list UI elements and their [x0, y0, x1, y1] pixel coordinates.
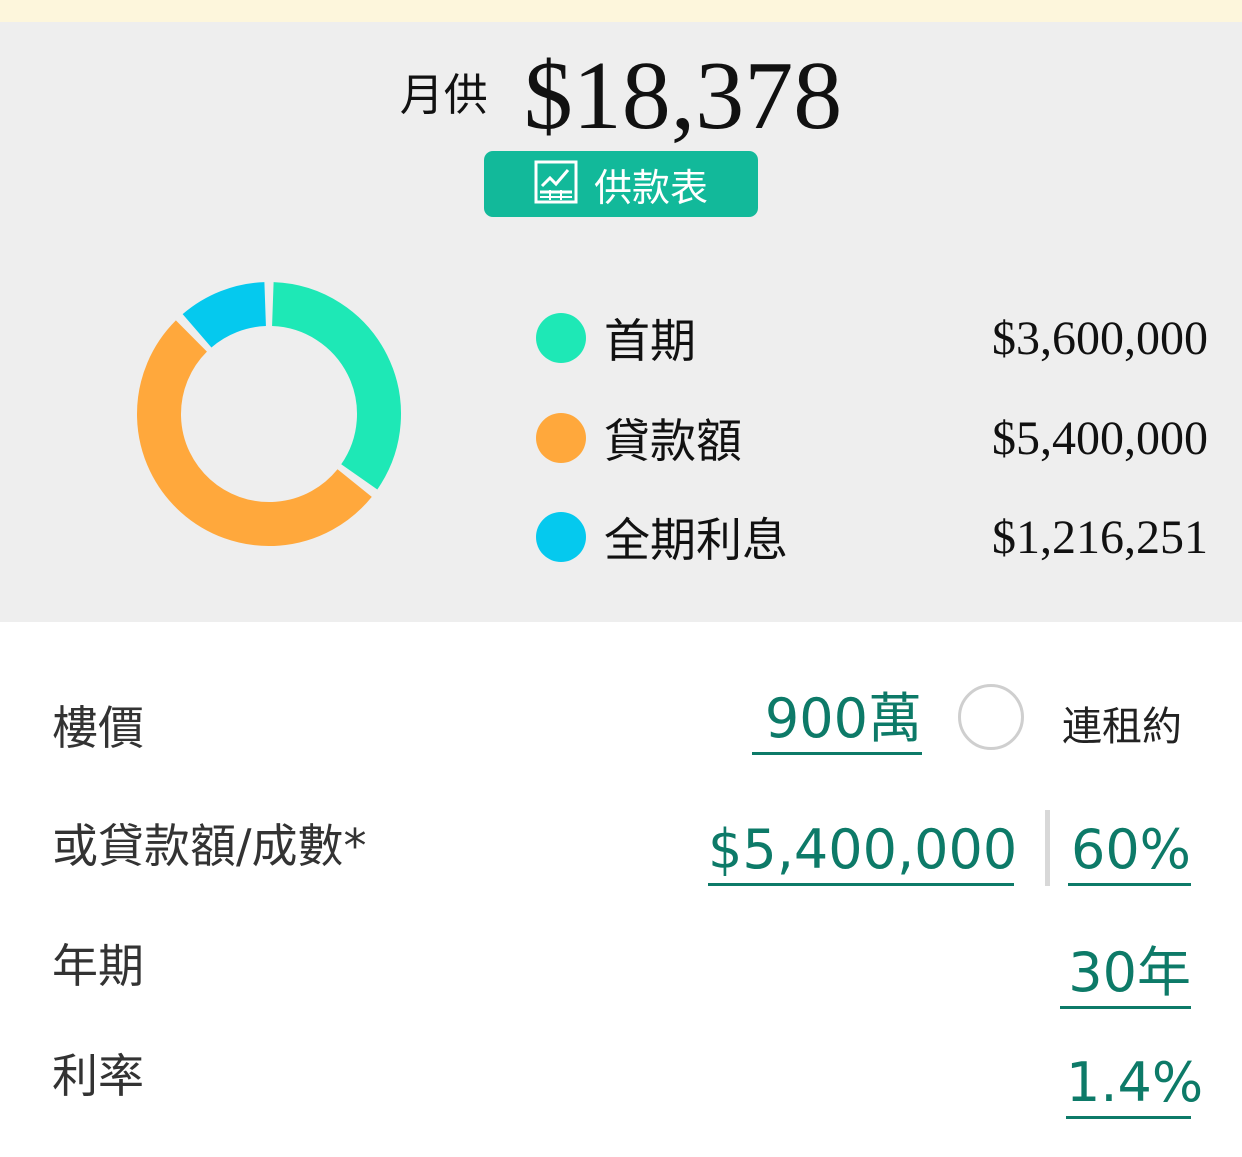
loan-ratio-input[interactable]: 60% [1068, 817, 1191, 886]
top-banner-strip [0, 0, 1242, 22]
legend-row-total-interest: 全期利息 $1,216,251 [536, 507, 1208, 567]
property-price-label: 樓價 [52, 701, 144, 755]
repayment-schedule-label: 供款表 [593, 165, 708, 210]
property-price-input[interactable]: 900萬 [752, 686, 922, 755]
legend-row-loan-amount: 貸款額 $5,400,000 [536, 408, 1208, 468]
monthly-payment: 月供 $18,378 [0, 40, 1242, 152]
monthly-payment-label: 月供 [399, 70, 488, 121]
radio-circle-icon[interactable] [958, 684, 1024, 750]
monthly-payment-value: $18,378 [523, 42, 843, 150]
legend-dot [536, 413, 586, 463]
legend-label: 貸款額 [604, 414, 742, 468]
legend-value: $3,600,000 [992, 311, 1208, 365]
chart-table-icon [534, 160, 578, 208]
legend-dot [536, 313, 586, 363]
legend-label: 全期利息 [604, 513, 788, 567]
repayment-schedule-button[interactable]: 供款表 [484, 151, 758, 217]
breakdown-donut-chart [137, 282, 401, 546]
interest-rate-input[interactable]: 1.4% [1066, 1050, 1203, 1119]
loan-amount-label: 或貸款額/成數* [52, 819, 367, 873]
legend-row-down-payment: 首期 $3,600,000 [536, 308, 1208, 368]
legend-label: 首期 [604, 314, 696, 368]
legend-dot [536, 512, 586, 562]
donut-slice-2 [182, 282, 267, 348]
legend-value: $5,400,000 [992, 411, 1208, 465]
donut-slice-1 [137, 320, 372, 546]
loan-amount-input[interactable]: $5,400,000 [708, 817, 1017, 886]
interest-rate-label: 利率 [52, 1049, 144, 1103]
field-divider [1045, 810, 1050, 886]
legend-value: $1,216,251 [992, 510, 1208, 564]
term-label: 年期 [52, 939, 144, 993]
with-lease-label[interactable]: 連租約 [1062, 694, 1182, 752]
term-input[interactable]: 30年 [1060, 940, 1191, 1009]
donut-slice-0 [271, 282, 401, 490]
